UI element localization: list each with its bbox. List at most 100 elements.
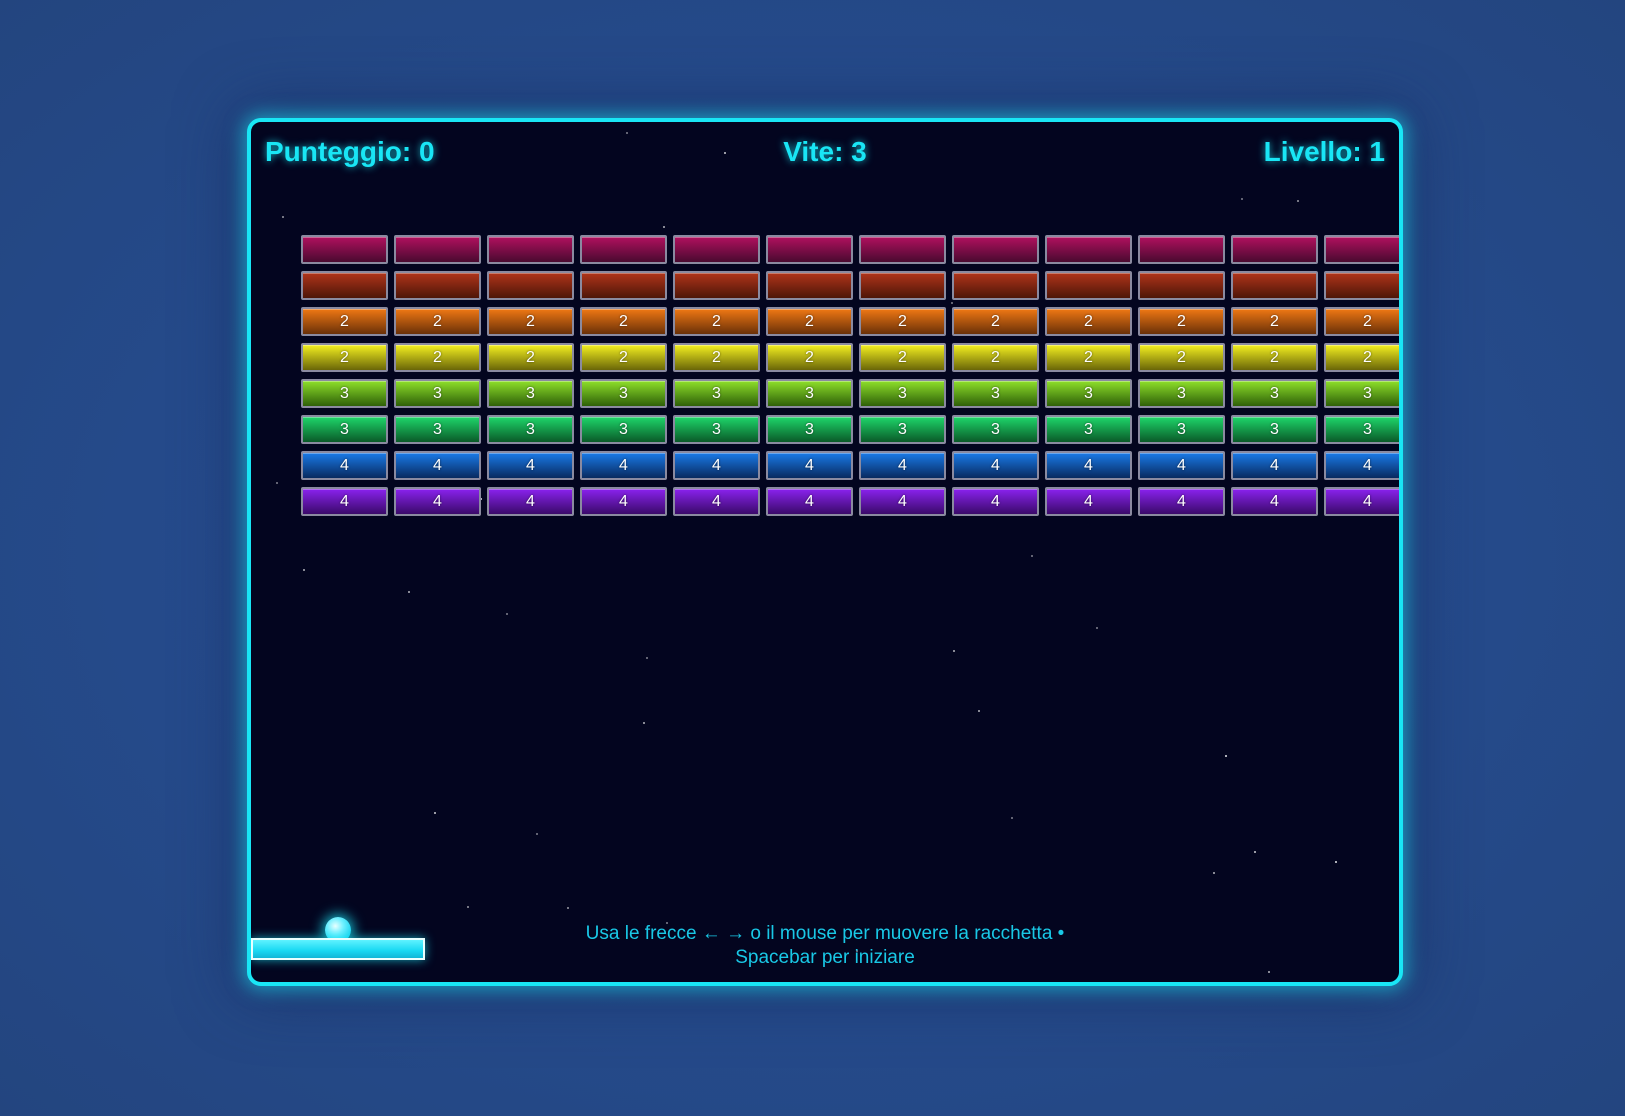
brick: 4 bbox=[1045, 451, 1132, 480]
brick: 4 bbox=[487, 487, 574, 516]
brick: 3 bbox=[859, 379, 946, 408]
brick: 2 bbox=[1045, 343, 1132, 372]
brick: 3 bbox=[673, 379, 760, 408]
brick: 2 bbox=[952, 343, 1039, 372]
brick: 2 bbox=[394, 343, 481, 372]
brick: 4 bbox=[394, 451, 481, 480]
brick: 3 bbox=[487, 379, 574, 408]
brick: 4 bbox=[859, 487, 946, 516]
brick: 3 bbox=[952, 415, 1039, 444]
brick: 4 bbox=[1045, 487, 1132, 516]
brick: 3 bbox=[1324, 415, 1399, 444]
brick bbox=[580, 235, 667, 264]
brick bbox=[394, 271, 481, 300]
brick: 2 bbox=[952, 307, 1039, 336]
brick: 4 bbox=[766, 451, 853, 480]
brick bbox=[952, 271, 1039, 300]
brick: 2 bbox=[394, 307, 481, 336]
brick: 3 bbox=[301, 415, 388, 444]
brick: 4 bbox=[952, 451, 1039, 480]
brick: 4 bbox=[766, 487, 853, 516]
brick: 2 bbox=[1231, 343, 1318, 372]
brick: 3 bbox=[766, 415, 853, 444]
brick: 3 bbox=[1045, 415, 1132, 444]
brick bbox=[1231, 271, 1318, 300]
brick bbox=[487, 235, 574, 264]
brick bbox=[673, 235, 760, 264]
brick: 4 bbox=[1324, 451, 1399, 480]
brick: 3 bbox=[673, 415, 760, 444]
brick: 4 bbox=[394, 487, 481, 516]
game-canvas[interactable]: Punteggio: 0 Vite: 3 Livello: 1 22222222… bbox=[247, 118, 1403, 986]
brick: 4 bbox=[1324, 487, 1399, 516]
brick: 4 bbox=[673, 487, 760, 516]
brick bbox=[1324, 271, 1399, 300]
brick: 3 bbox=[301, 379, 388, 408]
brick: 4 bbox=[301, 487, 388, 516]
brick: 2 bbox=[1231, 307, 1318, 336]
brick bbox=[1045, 271, 1132, 300]
brick: 3 bbox=[1231, 415, 1318, 444]
brick: 3 bbox=[394, 379, 481, 408]
brick: 4 bbox=[1138, 451, 1225, 480]
brick bbox=[301, 271, 388, 300]
brick: 2 bbox=[1045, 307, 1132, 336]
brick bbox=[859, 271, 946, 300]
brick: 2 bbox=[766, 307, 853, 336]
brick: 4 bbox=[580, 487, 667, 516]
brick: 4 bbox=[580, 451, 667, 480]
brick: 2 bbox=[301, 343, 388, 372]
brick: 4 bbox=[1138, 487, 1225, 516]
brick: 3 bbox=[580, 379, 667, 408]
brick: 3 bbox=[1324, 379, 1399, 408]
brick bbox=[1231, 235, 1318, 264]
brick: 2 bbox=[1324, 307, 1399, 336]
brick: 2 bbox=[673, 307, 760, 336]
brick bbox=[1138, 271, 1225, 300]
brick: 2 bbox=[1138, 307, 1225, 336]
brick: 2 bbox=[859, 343, 946, 372]
brick: 3 bbox=[1231, 379, 1318, 408]
brick: 2 bbox=[580, 343, 667, 372]
brick: 4 bbox=[301, 451, 388, 480]
brick: 2 bbox=[1324, 343, 1399, 372]
brick: 3 bbox=[952, 379, 1039, 408]
brick bbox=[952, 235, 1039, 264]
brick bbox=[1045, 235, 1132, 264]
brick bbox=[766, 235, 853, 264]
brick: 3 bbox=[859, 415, 946, 444]
brick-wall: 2222222222222222222222223333333333333333… bbox=[251, 122, 1399, 982]
brick: 2 bbox=[487, 307, 574, 336]
brick bbox=[1138, 235, 1225, 264]
brick: 3 bbox=[1045, 379, 1132, 408]
brick: 3 bbox=[1138, 415, 1225, 444]
brick: 3 bbox=[1138, 379, 1225, 408]
brick: 2 bbox=[766, 343, 853, 372]
brick: 2 bbox=[1138, 343, 1225, 372]
paddle[interactable] bbox=[251, 938, 425, 960]
instructions-text: Usa le frecce ← → o il mouse per muovere… bbox=[585, 923, 1065, 968]
brick: 3 bbox=[487, 415, 574, 444]
brick bbox=[766, 271, 853, 300]
brick bbox=[859, 235, 946, 264]
brick: 2 bbox=[487, 343, 574, 372]
brick: 4 bbox=[1231, 451, 1318, 480]
brick: 3 bbox=[394, 415, 481, 444]
brick: 4 bbox=[1231, 487, 1318, 516]
brick: 3 bbox=[580, 415, 667, 444]
brick bbox=[487, 271, 574, 300]
brick: 4 bbox=[673, 451, 760, 480]
brick: 4 bbox=[859, 451, 946, 480]
brick bbox=[1324, 235, 1399, 264]
brick: 4 bbox=[487, 451, 574, 480]
brick bbox=[301, 235, 388, 264]
brick bbox=[580, 271, 667, 300]
brick bbox=[394, 235, 481, 264]
brick: 2 bbox=[301, 307, 388, 336]
brick: 2 bbox=[673, 343, 760, 372]
brick: 2 bbox=[859, 307, 946, 336]
brick: 2 bbox=[580, 307, 667, 336]
brick: 4 bbox=[952, 487, 1039, 516]
brick bbox=[673, 271, 760, 300]
brick: 3 bbox=[766, 379, 853, 408]
